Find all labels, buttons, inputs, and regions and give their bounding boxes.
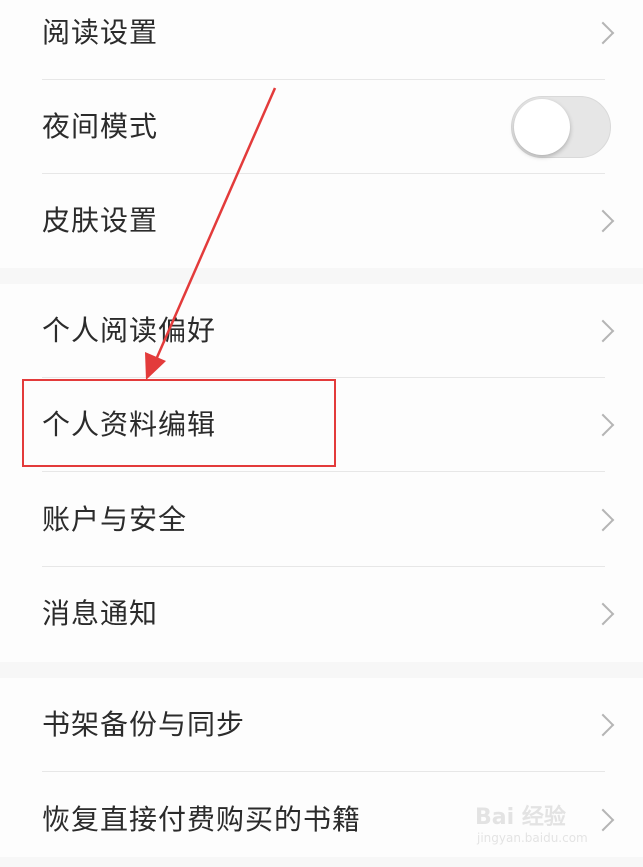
watermark-url: jingyan.baidu.com bbox=[477, 831, 588, 845]
watermark-brand: Bai 经验 bbox=[475, 805, 566, 830]
baidu-jingyan-watermark: Bai 经验 jingyan.baidu.com bbox=[473, 793, 633, 853]
annotation-arrow bbox=[145, 87, 277, 380]
